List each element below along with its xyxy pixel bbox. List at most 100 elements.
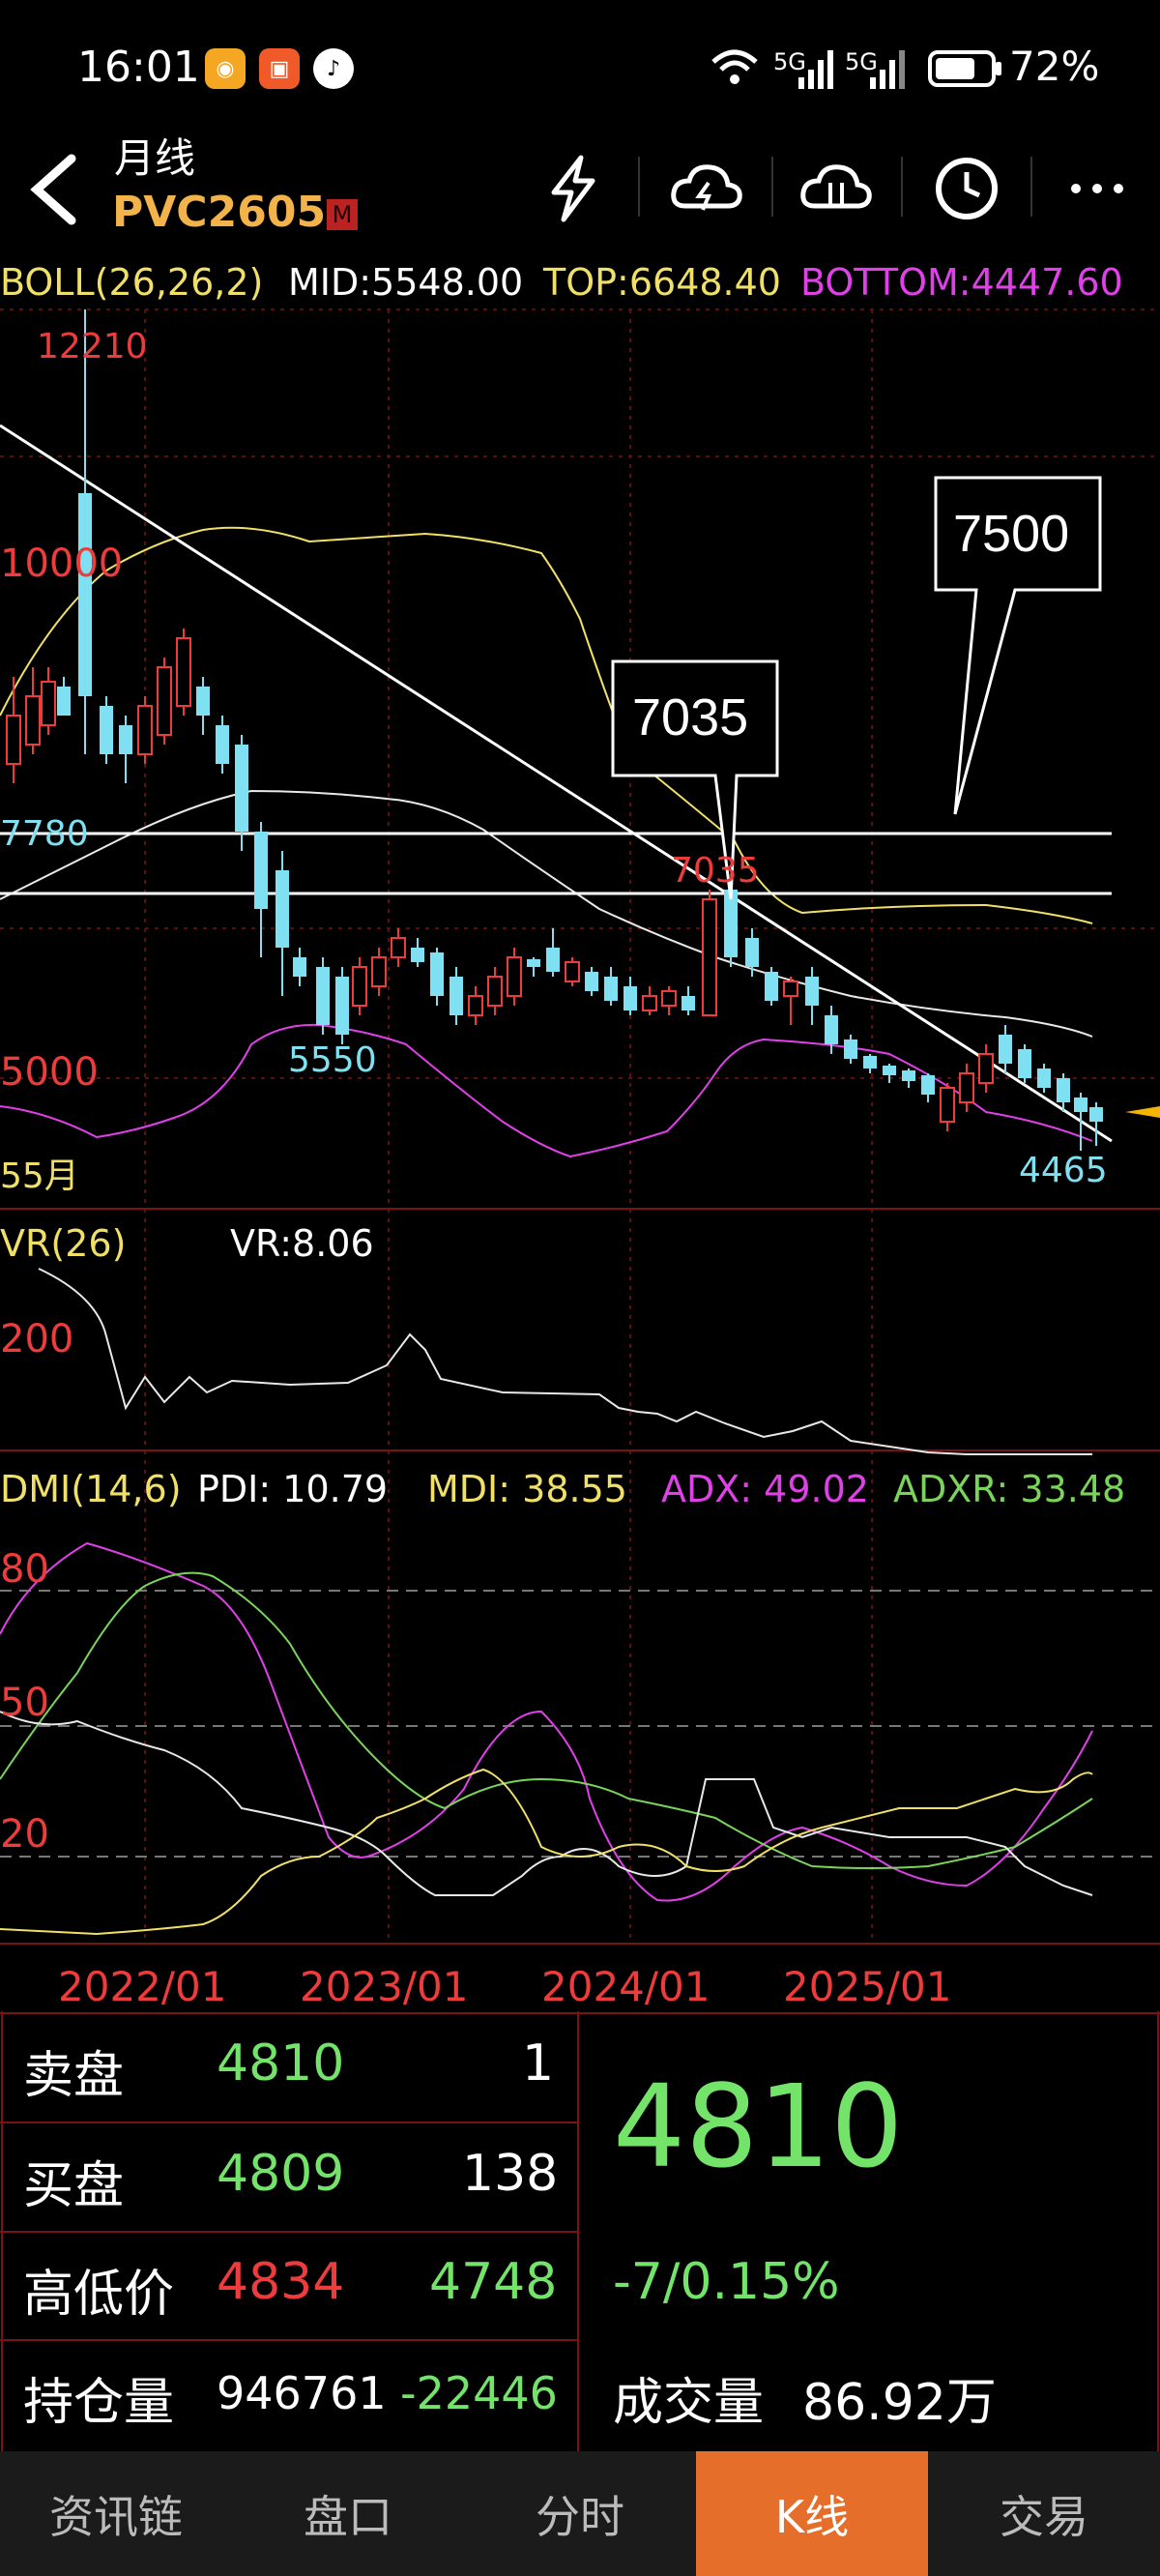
dmi-name[interactable]: DMI(14,6) [0,1468,182,1510]
lightning-icon[interactable] [530,145,617,232]
candle-body [57,687,71,716]
dmi-grid [0,1590,1160,1858]
candle-body [565,961,580,982]
contract-symbol[interactable]: PVC2605 [112,188,326,237]
last-price: 4810 [613,2060,904,2193]
vr-axis-label: 200 [0,1317,74,1361]
status-time: 16:01 [77,43,200,92]
candle-body [468,995,483,1016]
candle-body [235,745,248,832]
vr-value: VR:8.06 [230,1222,374,1265]
tab-news-chain[interactable]: 资讯链 [0,2451,232,2576]
status-bar: 16:01 ◉ ▣ ♪ 5G 5G 72% [0,0,1160,145]
x-axis-label: 2022/01 [58,1963,227,2010]
mdi-line [0,1768,1093,1936]
dmi-axis-80: 80 [0,1547,49,1592]
candle-body [959,1072,974,1103]
battery-percent: 72% [1009,43,1100,90]
bid-price[interactable]: 4809 [217,2145,344,2203]
candle-body [902,1070,915,1081]
ask-volume: 1 [522,2034,555,2093]
candle-body [978,1053,994,1084]
quote-panel: 卖盘 4810 1 买盘 4809 138 高低价 4834 4748 持仓量 … [0,2011,1160,2451]
candle-body [6,715,21,765]
more-icon[interactable] [1054,145,1141,232]
candle-body [724,890,738,957]
candle-body [783,981,798,997]
label-4465: 4465 [1019,1151,1108,1190]
candle-body [216,725,229,764]
signal-icon-2 [870,50,905,89]
candle-body [411,948,424,962]
candle-body [507,956,522,997]
candle-body [863,1056,877,1068]
candle-body [176,637,191,707]
label-5000: 5000 [0,1050,99,1095]
label-high: 12210 [37,327,148,366]
candle-body [254,832,268,909]
header-divider [901,157,903,217]
candle-body [940,1087,955,1123]
high-price: 4834 [217,2253,345,2311]
boll-mid-line [0,789,1093,1038]
candle-body [702,898,717,1016]
app-notification-icon: ▣ [259,48,300,89]
tab-trade[interactable]: 交易 [928,2451,1160,2576]
ask-price[interactable]: 4810 [217,2034,344,2093]
clock-icon[interactable] [923,145,1010,232]
candle-body [585,972,598,991]
signal-icon [798,50,833,89]
battery-icon [928,50,1001,87]
callout-7035-label: 7035 [632,688,748,746]
high-low-label: 高低价 [23,2266,175,2324]
tab-order-book[interactable]: 盘口 [232,2451,464,2576]
candle-body [450,977,463,1015]
label-10000: 10000 [0,542,123,586]
candle-body [100,706,113,754]
candle-body [293,957,306,977]
candle-body [371,956,387,987]
open-interest-label: 持仓量 [23,2374,175,2432]
candle-body [276,870,289,948]
tiktok-icon: ♪ [313,48,354,89]
dmi-pdi: PDI: 10.79 [197,1468,389,1510]
candle-body [999,1035,1012,1064]
kline-chart[interactable]: 7035 7500 12210 10000 7780 5000 5550 703… [0,290,1160,1973]
cloud-down-icon[interactable] [793,145,880,232]
bid-volume: 138 [462,2145,559,2203]
dmi-axis-20: 20 [0,1812,49,1857]
period-label: 月线 [114,134,196,182]
cloud-up-icon[interactable] [663,145,750,232]
panel-separators [0,1208,1160,1945]
open-interest-change: -22446 [400,2367,558,2419]
candle-body [487,976,503,1007]
weibo-icon: ◉ [205,48,246,89]
vr-line [38,1268,1092,1455]
candle-body [335,977,349,1035]
dmi-mdi: MDI: 38.55 [427,1468,627,1510]
callout-7500-label: 7500 [953,505,1069,563]
tab-kline[interactable]: K线 [696,2451,928,2576]
dmi-axis-50: 50 [0,1681,49,1725]
ask-label: 卖盘 [23,2047,125,2105]
candle-body [883,1066,896,1075]
candle-body [604,977,618,1001]
x-axis-label: 2024/01 [541,1963,710,2010]
candle-body [661,990,677,1007]
tab-intraday[interactable]: 分时 [464,2451,696,2576]
candle-body [642,995,657,1011]
wifi-icon [711,49,758,84]
candle-body [1018,1049,1031,1078]
vr-name[interactable]: VR(26) [0,1222,126,1265]
back-chevron-icon[interactable] [25,151,93,228]
candle-body [119,725,132,754]
candle-body [1057,1078,1070,1102]
label-7035: 7035 [671,851,760,891]
bottom-tab-bar: 资讯链 盘口 分时 K线 交易 [0,2451,1160,2576]
candle-body [157,666,172,736]
candle-body [25,695,41,746]
candles [6,309,1103,1151]
candle-body [682,996,695,1010]
candle-body [196,687,210,716]
candle-body [765,972,778,1001]
